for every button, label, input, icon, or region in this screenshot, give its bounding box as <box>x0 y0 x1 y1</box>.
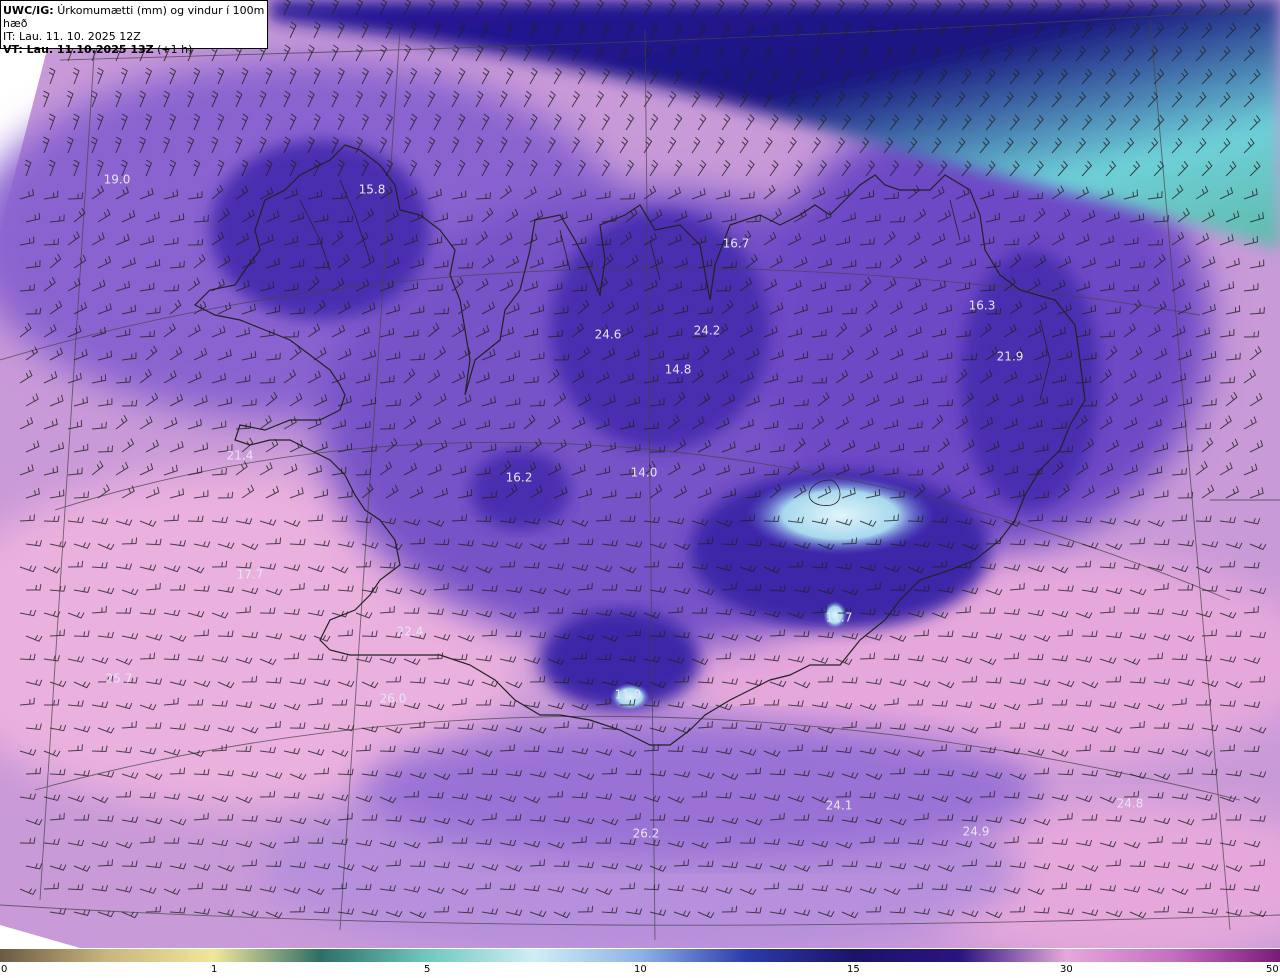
colorbar-tick-50: 50 <box>1266 964 1279 975</box>
model-code: UWC/IG: <box>3 4 54 17</box>
value-label: 17.7 <box>237 568 264 582</box>
value-label: 21.9 <box>997 350 1024 364</box>
colorbar-tick-0: 0 <box>1 964 8 975</box>
value-label: 21.4 <box>227 449 254 463</box>
colorbar: 0 1 5 10 15 30 50 <box>0 948 1280 978</box>
value-label: 22.4 <box>397 625 424 639</box>
value-label: 11.7 <box>826 611 853 625</box>
value-label: 25.7 <box>106 672 133 686</box>
value-label: 16.7 <box>723 237 750 251</box>
value-label: 16.3 <box>969 299 996 313</box>
valid-time: VT: Lau. 11.10.2025 13Z <box>3 43 154 56</box>
map-info-box: UWC/IG: Úrkomumætti (mm) og vindur í 100… <box>0 0 268 56</box>
value-label: 26.0 <box>380 692 407 706</box>
value-label: 16.2 <box>506 471 533 485</box>
value-label: 15.8 <box>359 183 386 197</box>
value-label: 24.9 <box>963 825 990 839</box>
value-label: 14.8 <box>665 363 692 377</box>
colorbar-strip <box>0 949 1280 962</box>
value-label: 19.0 <box>104 173 131 187</box>
value-label: 14.0 <box>631 466 658 480</box>
value-label: 24.1 <box>826 799 853 813</box>
colorbar-tick-5: 5 <box>424 964 431 975</box>
value-label: 11.9 <box>615 688 642 702</box>
value-label: 24.6 <box>595 328 622 342</box>
init-time: IT: Lau. 11. 10. 2025 12Z <box>3 30 141 43</box>
colorbar-tick-10: 10 <box>634 964 647 975</box>
colorbar-tick-15: 15 <box>847 964 860 975</box>
value-label: 24.8 <box>1117 797 1144 811</box>
colorbar-tick-30: 30 <box>1060 964 1073 975</box>
value-label: 24.2 <box>694 324 721 338</box>
valid-time-offset: (+1 h) <box>157 43 193 56</box>
weather-map: 19.0 15.8 16.7 16.3 21.9 24.6 24.2 14.8 14.0 16.2… <box>0 0 1280 948</box>
value-label: 26.2 <box>633 827 660 841</box>
colorbar-tick-1: 1 <box>211 964 218 975</box>
